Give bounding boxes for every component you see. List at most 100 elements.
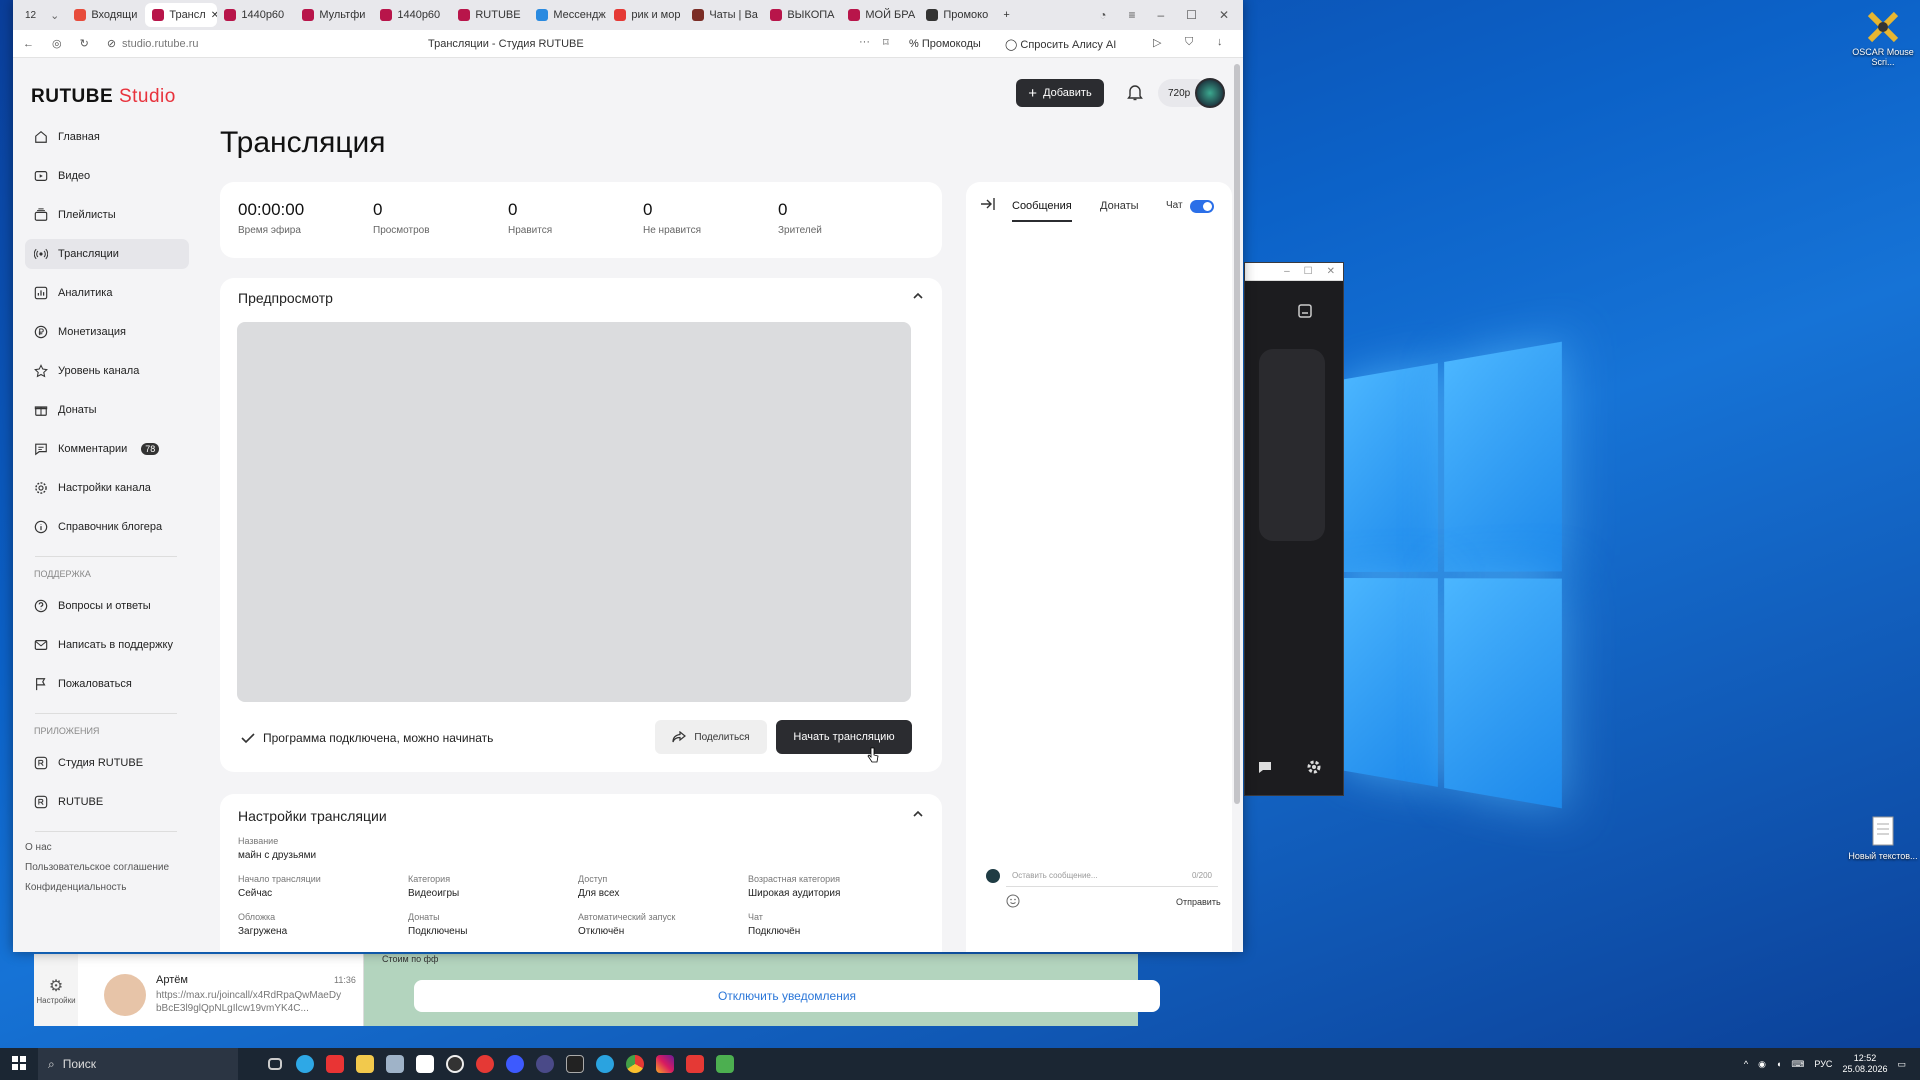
- collapse-settings-icon[interactable]: [912, 809, 924, 819]
- tab-11[interactable]: Промоко: [919, 3, 997, 27]
- tab-10[interactable]: МОЙ БРА: [841, 3, 919, 27]
- tab-7[interactable]: рик и мор: [607, 3, 685, 27]
- sidebar-item-flag[interactable]: Пожаловаться: [25, 669, 189, 699]
- send-button[interactable]: Отправить: [1176, 897, 1221, 907]
- keyboard-icon[interactable]: ⌨: [1791, 1059, 1804, 1070]
- tab-6[interactable]: Мессендж: [529, 3, 607, 27]
- url-text[interactable]: studio.rutube.ru: [122, 38, 198, 50]
- bell-icon[interactable]: [1127, 84, 1143, 101]
- back-icon[interactable]: ←: [23, 38, 34, 50]
- chat-toggle[interactable]: [1190, 200, 1214, 213]
- sidebar-item-star[interactable]: Уровень канала: [25, 356, 189, 386]
- rutube-studio-logo[interactable]: RUTUBE Studio: [31, 86, 176, 108]
- yandex-icon[interactable]: [470, 1049, 500, 1079]
- tab-0[interactable]: Входящи: [67, 3, 145, 27]
- sidebar-item-info[interactable]: Справочник блогера: [25, 512, 189, 542]
- chat-bubble-icon[interactable]: [1257, 759, 1273, 775]
- roblox-icon[interactable]: [410, 1049, 440, 1079]
- extension-icon[interactable]: ⛉: [1185, 36, 1193, 49]
- edge-icon[interactable]: [290, 1049, 320, 1079]
- avatar[interactable]: [1195, 78, 1225, 108]
- sidebar-item-video[interactable]: Видео: [25, 161, 189, 191]
- emoji-icon[interactable]: [1006, 894, 1020, 908]
- new-tab-icon[interactable]: +: [997, 9, 1015, 21]
- sidebar-item-analytics[interactable]: Аналитика: [25, 278, 189, 308]
- sidebar-item-comment[interactable]: Комментарии 78: [25, 434, 189, 464]
- tab-2[interactable]: 1440p60: [217, 3, 295, 27]
- reload-icon[interactable]: ↻: [80, 37, 89, 50]
- vpn-icon[interactable]: [530, 1049, 560, 1079]
- minecraft-icon[interactable]: [710, 1049, 740, 1079]
- tab-9[interactable]: ВЫКОПА: [763, 3, 841, 27]
- terminal-icon[interactable]: [560, 1049, 590, 1079]
- sidebar-item-question[interactable]: Вопросы и ответы: [25, 591, 189, 621]
- network-icon[interactable]: ◉: [1758, 1059, 1766, 1070]
- clock[interactable]: 12:52 25.08.2026: [1842, 1053, 1887, 1075]
- alice-button[interactable]: ◯ Спросить Алису AI: [1005, 38, 1116, 51]
- sidebar-item-gift[interactable]: Донаты: [25, 395, 189, 425]
- footer-link[interactable]: Пользовательское соглашение: [25, 862, 189, 873]
- start-icon[interactable]: [12, 1056, 26, 1070]
- obs-icon[interactable]: [440, 1049, 470, 1079]
- yandex-browser-icon[interactable]: [320, 1049, 350, 1079]
- close-tab-icon[interactable]: ✕: [211, 10, 218, 21]
- desktop-icon-oscar[interactable]: OSCAR Mouse Scri...: [1848, 10, 1918, 67]
- chrome-icon[interactable]: [620, 1049, 650, 1079]
- explorer-icon[interactable]: [350, 1049, 380, 1079]
- notifications-icon[interactable]: ▭: [1897, 1059, 1906, 1070]
- tab-8[interactable]: Чаты | Ва: [685, 3, 763, 27]
- tab-count[interactable]: 12: [19, 10, 42, 21]
- sidebar-item-broadcast[interactable]: Трансляции: [25, 239, 189, 269]
- y-app-icon[interactable]: [500, 1049, 530, 1079]
- collapse-chat-icon[interactable]: [980, 197, 996, 211]
- menu-icon[interactable]: ≡: [1128, 8, 1135, 22]
- desktop-icon-text-file[interactable]: Новый текстов...: [1848, 814, 1918, 861]
- disable-notifications-button[interactable]: Отключить уведомления: [414, 980, 1160, 1012]
- maximize-icon[interactable]: ☐: [1186, 8, 1197, 22]
- account-icon[interactable]: ◔: [1099, 8, 1106, 22]
- media-icon[interactable]: ▷: [1153, 36, 1161, 49]
- more-icon[interactable]: ···: [859, 36, 870, 48]
- site-info-icon[interactable]: ⊘: [107, 37, 116, 50]
- promo-button[interactable]: % Промокоды: [909, 38, 981, 50]
- collapse-preview-icon[interactable]: [912, 291, 924, 301]
- bookmark-icon[interactable]: ⌑: [883, 36, 889, 49]
- sidebar-item-studio-app[interactable]: Студия RUTUBE: [25, 748, 189, 778]
- sidebar-item-rutube-app[interactable]: RUTUBE: [25, 787, 189, 817]
- sidebar-item-home[interactable]: Главная: [25, 122, 189, 152]
- add-button[interactable]: + Добавить: [1016, 79, 1104, 107]
- yandex-music-icon[interactable]: [680, 1049, 710, 1079]
- gear-icon[interactable]: [1305, 758, 1323, 776]
- sidebar-item-playlist[interactable]: Плейлисты: [25, 200, 189, 230]
- page-scrollbar[interactable]: [1234, 64, 1240, 804]
- tab-3[interactable]: Мультфи: [295, 3, 373, 27]
- instagram-icon[interactable]: [650, 1049, 680, 1079]
- tray-chevron-icon[interactable]: ^: [1744, 1059, 1748, 1069]
- tab-5[interactable]: RUTUBE: [451, 3, 529, 27]
- share-button[interactable]: Поделиться: [655, 720, 767, 754]
- tab-4[interactable]: 1440p60: [373, 3, 451, 27]
- sidebar-item-mail[interactable]: Написать в поддержку: [25, 630, 189, 660]
- download-icon[interactable]: ↓: [1217, 36, 1223, 48]
- footer-link[interactable]: О нас: [25, 842, 189, 853]
- chevron-down-icon[interactable]: ⌄: [42, 9, 67, 22]
- tab-donations[interactable]: Донаты: [1100, 200, 1139, 212]
- volume-icon[interactable]: ◖: [1776, 1059, 1781, 1069]
- yandex-icon[interactable]: ◎: [52, 37, 62, 50]
- sidebar-item-gear[interactable]: Настройки канала: [25, 473, 189, 503]
- start-broadcast-button[interactable]: Начать трансляцию: [776, 720, 912, 754]
- footer-link[interactable]: Конфиденциальность: [25, 882, 189, 893]
- tab-messages[interactable]: Сообщения: [1012, 200, 1072, 222]
- minimize-icon[interactable]: –: [1157, 8, 1164, 22]
- close-icon[interactable]: ✕: [1219, 8, 1229, 22]
- telegram-icon[interactable]: [590, 1049, 620, 1079]
- task-view-icon[interactable]: [260, 1049, 290, 1079]
- preview-player[interactable]: [237, 322, 911, 702]
- language-indicator[interactable]: РУС: [1814, 1059, 1832, 1069]
- taskbar-search[interactable]: ⌕ Поиск: [38, 1048, 238, 1080]
- messenger-settings-button[interactable]: ⚙ Настройки: [34, 954, 78, 1026]
- sidebar-item-ruble[interactable]: Монетизация: [25, 317, 189, 347]
- save-icon[interactable]: [1297, 303, 1313, 319]
- mail-icon[interactable]: [380, 1049, 410, 1079]
- tab-1[interactable]: Трансл ✕: [145, 3, 217, 27]
